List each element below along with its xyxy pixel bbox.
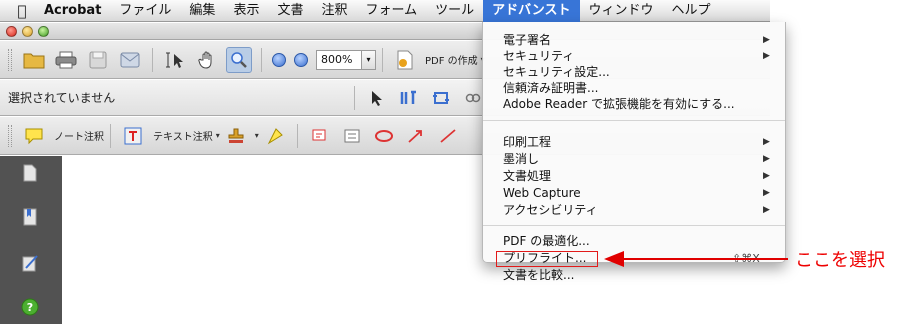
menu-item-optimize-pdf[interactable]: PDF の最適化...: [483, 234, 785, 249]
minimize-window-button[interactable]: [22, 26, 33, 37]
note-comment-icon[interactable]: [21, 123, 47, 149]
menu-item-trusted-certificates[interactable]: 信頼済み証明書...: [483, 81, 785, 96]
note-comment-label[interactable]: ノート注釈: [54, 128, 104, 143]
pages-panel-icon[interactable]: [20, 162, 40, 184]
apple-menu-icon[interactable]: : [0, 2, 44, 20]
touchup-text-icon[interactable]: [396, 85, 422, 111]
zoom-in-button[interactable]: [294, 52, 308, 67]
zoom-level-field[interactable]: 800%: [316, 49, 362, 70]
menu-view[interactable]: 表示: [224, 0, 268, 22]
menu-item-accessibility[interactable]: アクセシビリティ ▶: [483, 203, 785, 218]
menu-edit[interactable]: 編集: [180, 0, 224, 22]
text-edit-comment-icon[interactable]: [120, 123, 146, 149]
menu-file[interactable]: ファイル: [110, 0, 180, 22]
toolbar-separator: [296, 123, 298, 148]
menu-item-enable-reader-extensions[interactable]: Adobe Reader で拡張機能を有効にする...: [483, 97, 785, 112]
toolbar-grip[interactable]: [8, 124, 12, 147]
menu-item-security[interactable]: セキュリティ ▶: [483, 49, 785, 64]
textbox-tool-icon[interactable]: [339, 123, 365, 149]
arrow-line-tool-icon[interactable]: [403, 123, 429, 149]
toolbar-separator: [152, 47, 153, 72]
menu-separator: [483, 225, 785, 226]
toolbar-separator: [261, 47, 262, 72]
menu-comments[interactable]: 注釈: [312, 0, 356, 22]
menu-separator: [483, 120, 785, 121]
close-window-button[interactable]: [6, 26, 17, 37]
zoom-dropdown-button[interactable]: ▾: [362, 49, 376, 70]
menu-tools[interactable]: ツール: [426, 0, 483, 22]
create-pdf-label[interactable]: PDF の作成: [425, 52, 478, 67]
menu-item-document-processing[interactable]: 文書処理 ▶: [483, 169, 785, 184]
menu-item-security-settings[interactable]: セキュリティ設定...: [483, 65, 785, 80]
svg-text:?: ?: [27, 301, 33, 314]
zoom-out-button[interactable]: [272, 52, 286, 67]
create-pdf-icon[interactable]: [392, 47, 418, 73]
zoom-window-button[interactable]: [38, 26, 49, 37]
callout-tool-icon[interactable]: [307, 123, 333, 149]
print-icon[interactable]: [53, 47, 79, 73]
stamp-dropdown-icon[interactable]: ▾: [255, 131, 259, 140]
annotation-label: ここを選択: [795, 250, 885, 271]
signatures-panel-icon[interactable]: [20, 252, 40, 274]
text-edit-dropdown-icon[interactable]: ▾: [216, 131, 220, 140]
submenu-arrow-icon: ▶: [763, 51, 770, 61]
menu-item-web-capture[interactable]: Web Capture ▶: [483, 186, 785, 201]
zoom-tool-icon[interactable]: [226, 46, 252, 73]
advanced-menu-dropdown: 電子署名 ▶ セキュリティ ▶ セキュリティ設定... 信頼済み証明書... Ado…: [482, 22, 786, 282]
menu-bar:  Acrobat ファイル 編集 表示 文書 注釈 フォーム ツール アドバン…: [0, 0, 770, 22]
toolbar-separator: [354, 85, 355, 110]
email-icon[interactable]: [117, 47, 143, 73]
select-text-cursor-icon[interactable]: [162, 47, 188, 73]
menu-item-compare-documents[interactable]: 文書を比較...: [483, 268, 785, 283]
submenu-arrow-icon: ▶: [763, 205, 770, 215]
submenu-arrow-icon: ▶: [763, 35, 770, 45]
submenu-arrow-icon: ▶: [763, 188, 770, 198]
toolbar-separator: [110, 123, 111, 148]
submenu-arrow-icon: ▶: [763, 171, 770, 181]
submenu-arrow-icon: ▶: [763, 137, 770, 147]
stamp-tool-icon[interactable]: [223, 123, 249, 149]
menu-acrobat[interactable]: Acrobat: [44, 0, 110, 22]
menu-forms[interactable]: フォーム: [356, 0, 426, 22]
selection-status-text: 選択されていません: [8, 91, 116, 105]
menu-item-redaction[interactable]: 墨消し ▶: [483, 152, 785, 167]
arrow-select-icon[interactable]: [364, 85, 390, 111]
line-tool-icon[interactable]: [435, 123, 461, 149]
text-edit-comment-label[interactable]: テキスト注釈: [153, 128, 213, 143]
menu-document[interactable]: 文書: [268, 0, 312, 22]
hand-tool-icon[interactable]: [194, 47, 220, 73]
preflight-highlight-box: [496, 251, 598, 267]
toolbar-separator: [382, 47, 383, 72]
bookmarks-panel-icon[interactable]: [20, 206, 40, 228]
submenu-arrow-icon: ▶: [763, 154, 770, 164]
annotation-arrow-icon: [604, 251, 788, 267]
toolbar-grip[interactable]: [8, 48, 12, 71]
highlight-text-icon[interactable]: [262, 123, 288, 149]
menu-advanced[interactable]: アドバンスト: [483, 0, 580, 22]
menu-item-print-production[interactable]: 印刷工程 ▶: [483, 135, 785, 150]
menu-item-digital-signature[interactable]: 電子署名 ▶: [483, 33, 785, 48]
open-folder-icon[interactable]: [21, 47, 47, 73]
navigation-sidebar: ?: [0, 156, 62, 324]
help-icon[interactable]: ?: [20, 296, 40, 318]
menu-help[interactable]: ヘルプ: [663, 0, 720, 22]
cloud-tool-icon[interactable]: [371, 123, 397, 149]
menu-window[interactable]: ウィンドウ: [580, 0, 663, 22]
save-icon[interactable]: [85, 47, 111, 73]
crop-tool-icon[interactable]: [428, 85, 454, 111]
